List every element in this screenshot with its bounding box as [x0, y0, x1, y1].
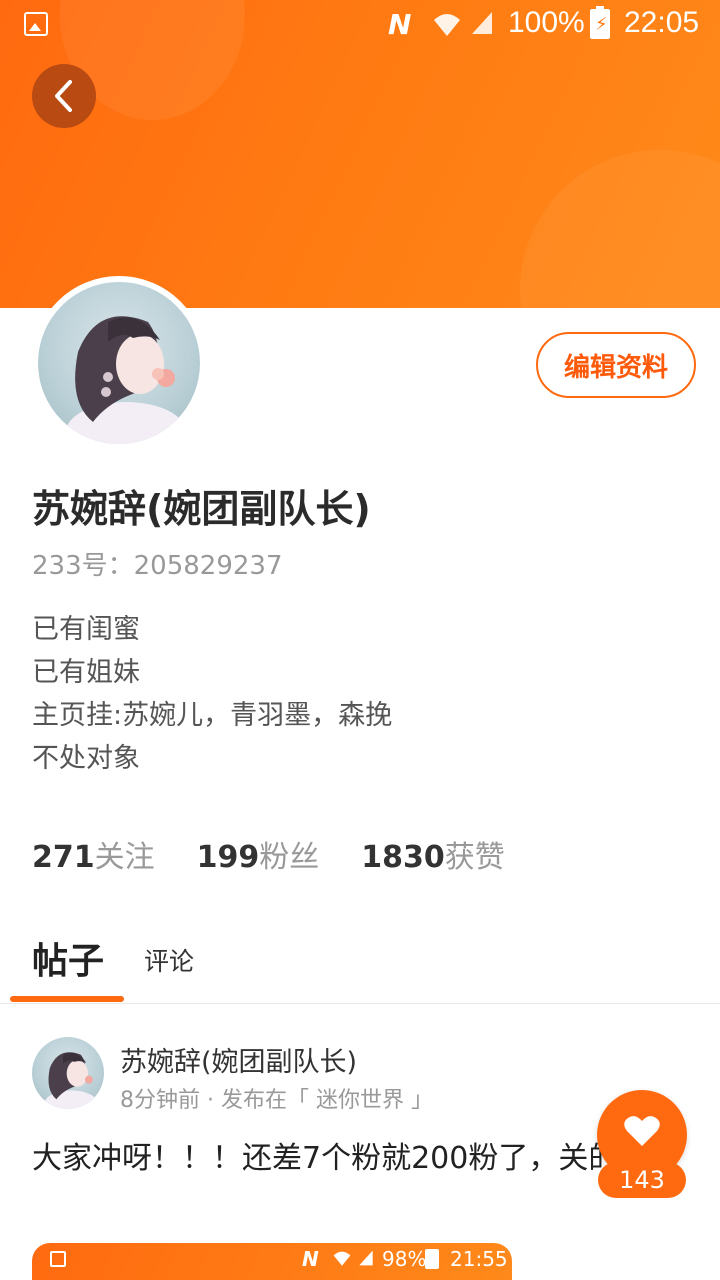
post-text[interactable]: 大家冲呀！！！还差7个粉就200粉了，关的 — [32, 1138, 632, 1180]
stat-label: 粉丝 — [259, 840, 320, 875]
nfc-icon: N — [388, 8, 412, 41]
stat-number: 1830 — [361, 840, 445, 875]
gallery-notification-icon — [24, 12, 48, 36]
bio-line: 主页挂:苏婉儿，青羽墨，森挽 — [32, 700, 393, 731]
avatar-illustration — [66, 316, 186, 444]
stat-number: 271 — [32, 840, 95, 875]
clock: 22:05 — [624, 6, 700, 39]
stat-following[interactable]: 271关注 — [32, 832, 155, 876]
back-button[interactable] — [32, 64, 96, 128]
gallery-notification-icon — [50, 1251, 66, 1267]
status-bar: N 100% ⚡ 22:05 — [0, 0, 720, 50]
stat-label: 获赞 — [444, 840, 505, 875]
tab-comments[interactable]: 评论 — [144, 942, 194, 978]
wifi-icon — [333, 1251, 351, 1266]
profile-avatar[interactable] — [32, 276, 206, 450]
avatar-image — [38, 282, 200, 444]
chevron-left-icon — [55, 80, 72, 112]
bio-line: 已有姐妹 — [32, 657, 140, 688]
nfc-icon: N — [302, 1247, 319, 1271]
post-meta: 8分钟前 · 发布在「 迷你世界 」 — [120, 1088, 433, 1113]
battery-charging-icon: ⚡ — [590, 6, 610, 39]
stat-number: 199 — [196, 840, 260, 875]
battery-percent: 98% — [382, 1247, 427, 1271]
stat-followers[interactable]: 199粉丝 — [197, 832, 320, 876]
profile-tabs: 帖子 评论 — [0, 924, 720, 1004]
profile-name: 苏婉辞(婉团副队长) — [32, 487, 371, 531]
signal-icon — [359, 1250, 373, 1266]
avatar-illustration — [44, 1052, 98, 1109]
stat-likes[interactable]: 1830获赞 — [361, 832, 505, 876]
tab-posts[interactable]: 帖子 — [32, 932, 104, 984]
heart-icon — [624, 1116, 660, 1146]
active-tab-indicator — [10, 996, 124, 1002]
bio-line: 不处对象 — [32, 743, 140, 774]
post-author-name[interactable]: 苏婉辞(婉团副队长) — [120, 1040, 357, 1079]
battery-percent: 100% — [508, 6, 585, 39]
post-author-avatar[interactable] — [32, 1037, 104, 1109]
profile-bio: 已有闺蜜 已有姐妹 主页挂:苏婉儿，青羽墨，森挽 不处对象 — [32, 608, 392, 780]
profile-stats: 271关注 199粉丝 1830获赞 — [32, 832, 547, 876]
signal-icon — [472, 12, 492, 34]
clock: 21:55 — [450, 1247, 508, 1271]
like-count: 143 — [598, 1162, 686, 1198]
post-image[interactable]: N 98% 21:55 — [32, 1243, 512, 1280]
profile-id: 233号：205829237 — [32, 551, 283, 581]
stat-label: 关注 — [94, 840, 155, 875]
battery-charging-icon — [425, 1249, 439, 1269]
banner-decoration — [520, 150, 720, 308]
wifi-icon — [434, 14, 460, 36]
edit-profile-button[interactable]: 编辑资料 — [536, 332, 696, 398]
bio-line: 已有闺蜜 — [32, 614, 140, 645]
